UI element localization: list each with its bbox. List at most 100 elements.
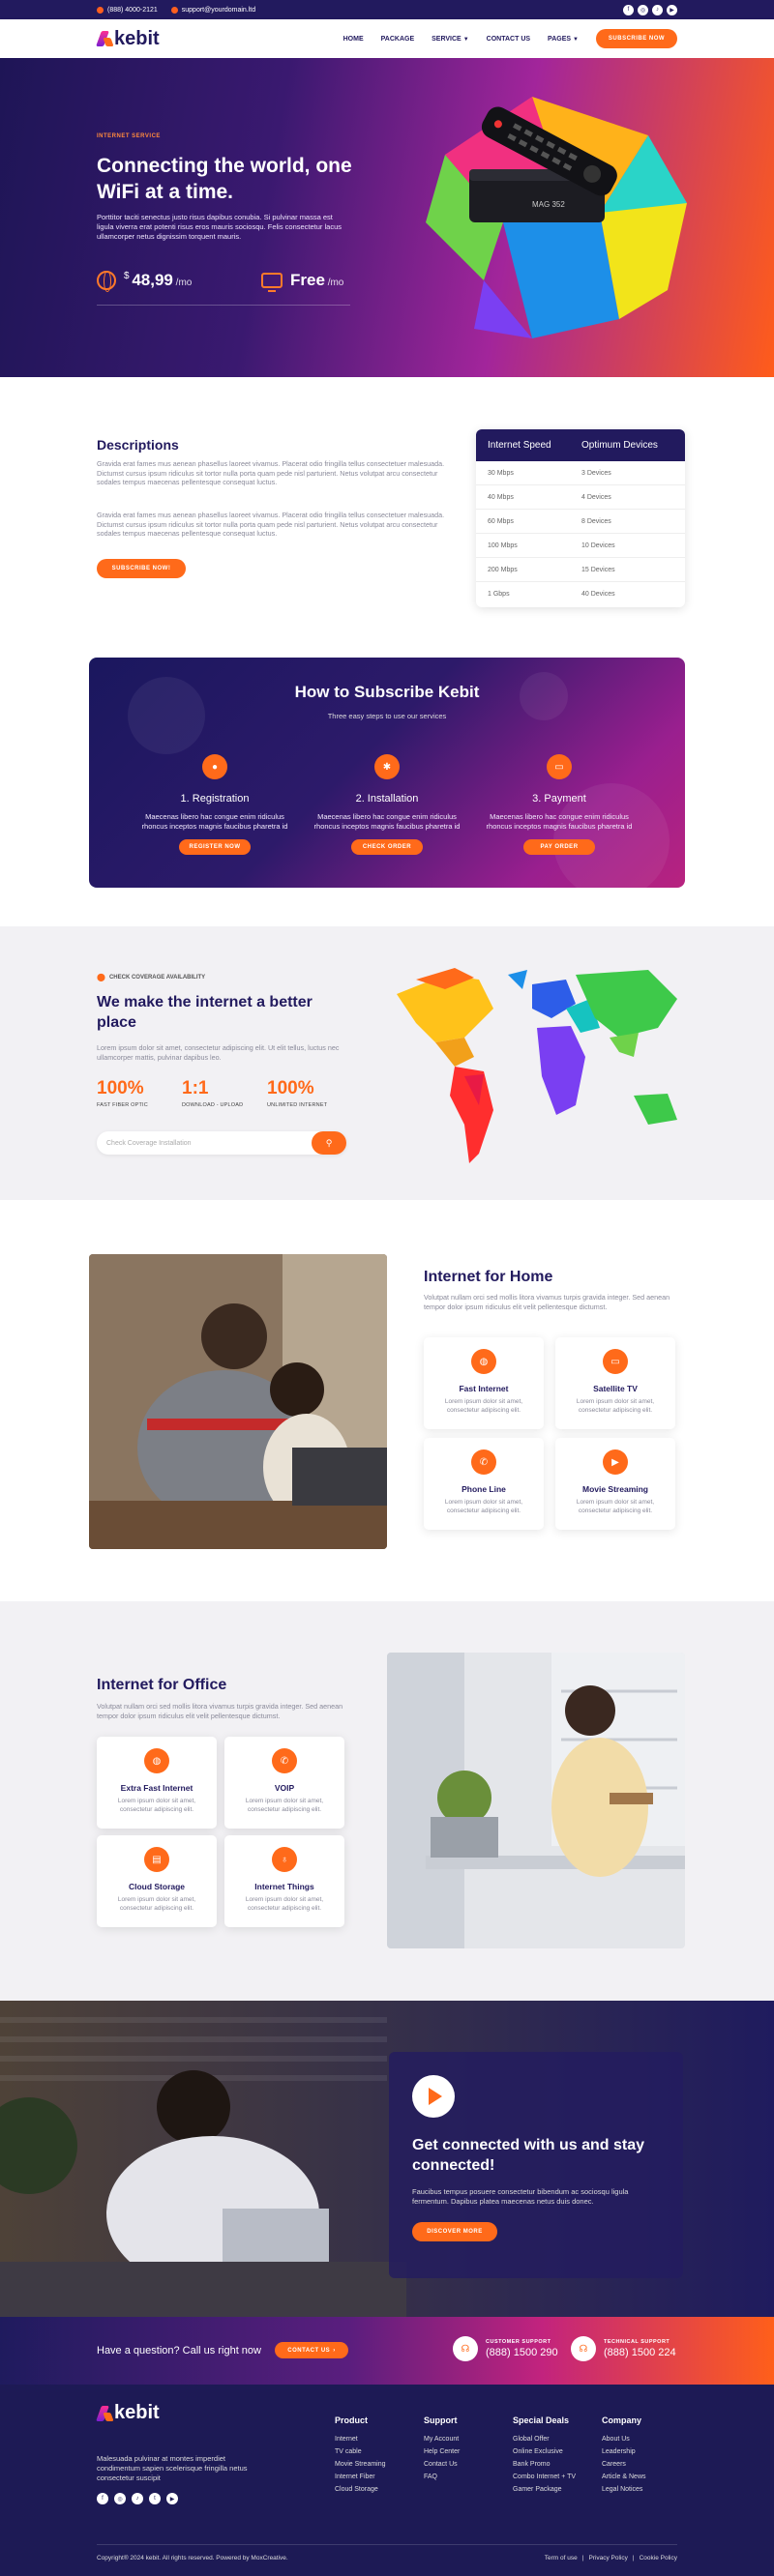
feature-card-satellite-tv[interactable]: ▭ Satellite TV Lorem ipsum dolor sit ame… [555,1337,675,1429]
contact-us-button[interactable]: CONTACT US › [275,2342,348,2358]
footer-link[interactable]: Internet Fiber [335,2471,386,2483]
nav-contact[interactable]: CONTACT US [487,36,530,43]
facebook-icon[interactable]: f [623,4,634,15]
headset-icon: ☊ [453,2336,478,2361]
globe-icon: ◍ [144,1748,169,1773]
register-now-button[interactable]: REGISTER NOW [179,839,251,855]
footer-link[interactable]: My Account [424,2433,460,2445]
copyright: Copyright® 2024 kebit. All rights reserv… [97,2555,288,2561]
cell-devices: 3 Devices [581,469,611,477]
logo[interactable]: kebit [97,28,160,50]
discover-more-button[interactable]: DISCOVER MORE [412,2222,497,2241]
check-order-button[interactable]: CHECK ORDER [351,839,423,855]
feature-card-phone-line[interactable]: ✆ Phone Line Lorem ipsum dolor sit amet,… [424,1438,544,1530]
footer-link[interactable]: Movie Streaming [335,2458,386,2471]
footer-link[interactable]: Online Exclusive [513,2445,576,2458]
nav-home[interactable]: HOME [343,36,364,43]
feature-card-movie-streaming[interactable]: ▶ Movie Streaming Lorem ipsum dolor sit … [555,1438,675,1530]
phone-icon: ✆ [471,1449,496,1475]
device-label: MAG 352 [532,200,565,209]
nav-service[interactable]: SERVICE ▼ [432,36,469,43]
footer-socials: f ◎ ♪ t ▶ [97,2493,178,2504]
how-to-subscribe-section: How to Subscribe Kebit Three easy steps … [89,658,685,888]
office-photo [387,1653,685,1948]
tiktok-icon[interactable]: ♪ [132,2493,143,2504]
footer-link[interactable]: Gamer Package [513,2483,576,2496]
instagram-icon[interactable]: ◎ [114,2493,126,2504]
coverage-section: ⬤ CHECK COVERAGE AVAILABILITY We make the… [0,926,774,1200]
step-desc: Maecenas libero hac congue enim ridiculu… [141,812,288,831]
feature-card-extra-fast[interactable]: ◍ Extra Fast Internet Lorem ipsum dolor … [97,1737,217,1829]
footer-link[interactable]: Contact Us [424,2458,460,2471]
table-row: 30 Mbps 3 Devices [476,461,685,485]
email-text: support@yourdomain.ltd [181,6,256,14]
subscribe-now-button[interactable]: SUBSCRIBE NOW! [97,559,186,578]
footer-col-title: Support [424,2415,458,2425]
descriptions-title: Descriptions [97,437,179,453]
customer-support[interactable]: ☊ CUSTOMER SUPPORT (888) 1500 290 [453,2336,558,2361]
home-description: Volutpat nullam orci sed mollis litora v… [424,1293,670,1311]
free-block: Free /mo [261,271,343,292]
feature-title: Extra Fast Internet [120,1783,194,1793]
main-nav: HOME PACKAGE SERVICE ▼ CONTACT US PAGES ▼ … [343,29,677,48]
pay-order-button[interactable]: PAY ORDER [523,839,595,855]
footer-link[interactable]: About Us [602,2433,646,2445]
play-video-button[interactable] [412,2075,455,2118]
email-contact[interactable]: support@yourdomain.ltd [170,6,256,14]
feature-card-voip[interactable]: ✆ VOIP Lorem ipsum dolor sit amet, conse… [224,1737,344,1829]
footer-link[interactable]: Legal Notices [602,2483,646,2496]
instagram-icon[interactable]: ◎ [638,4,648,15]
footer-link[interactable]: Global Offer [513,2433,576,2445]
feature-card-fast-internet[interactable]: ◍ Fast Internet Lorem ipsum dolor sit am… [424,1337,544,1429]
office-title: Internet for Office [97,1677,227,1693]
legal-links: Term of use | Privacy Policy | Cookie Po… [545,2555,677,2561]
nav-package[interactable]: PACKAGE [381,36,414,43]
phone-icon [97,6,104,14]
twitter-icon[interactable]: t [149,2493,161,2504]
nav-pages[interactable]: PAGES ▼ [548,36,579,43]
youtube-icon[interactable]: ▶ [166,2493,178,2504]
footer-link[interactable]: FAQ [424,2471,460,2483]
separator: | [632,2555,635,2561]
terms-link[interactable]: Term of use [545,2555,578,2561]
feature-card-cloud-storage[interactable]: ▤ Cloud Storage Lorem ipsum dolor sit am… [97,1835,217,1927]
footer-link[interactable]: Bank Promo [513,2458,576,2471]
footer-link[interactable]: TV cable [335,2445,386,2458]
main-header: kebit HOME PACKAGE SERVICE ▼ CONTACT US P… [0,19,774,58]
cell-speed: 60 Mbps [488,517,514,525]
cell-speed: 200 Mbps [488,566,518,573]
connect-description: Faucibus tempus posuere consectetur bibe… [412,2187,629,2206]
descriptions-paragraph-1: Gravida erat fames mus aenean phasellus … [97,459,445,486]
speed-table: Internet Speed Optimum Devices 30 Mbps 3 D… [476,429,685,607]
footer-link[interactable]: Combo Internet + TV [513,2471,576,2483]
footer-link[interactable]: Careers [602,2458,646,2471]
search-button[interactable]: ⚲ [312,1131,346,1155]
subscribe-button[interactable]: SUBSCRIBE NOW [596,29,677,48]
footer-link[interactable]: Help Center [424,2445,460,2458]
footer-logo[interactable]: kebit [97,2402,160,2424]
footer-link[interactable]: Internet [335,2433,386,2445]
technical-support-phone: (888) 1500 224 [604,2347,676,2358]
facebook-icon[interactable]: f [97,2493,108,2504]
table-row: 200 Mbps 15 Devices [476,558,685,582]
footer-link[interactable]: Article & News [602,2471,646,2483]
price-currency: $ [124,271,130,281]
privacy-link[interactable]: Privacy Policy [588,2555,627,2561]
tiktok-icon[interactable]: ♪ [652,4,663,15]
price-block: $ 48,99 /mo [97,271,192,292]
footer-link[interactable]: Cloud Storage [335,2483,386,2496]
technical-support[interactable]: ☊ TECHNICAL SUPPORT (888) 1500 224 [571,2336,676,2361]
customer-support-label: CUSTOMER SUPPORT [486,2339,551,2345]
footer-col-support: Support My Account Help Center Contact U… [424,2415,460,2483]
descriptions-section: Descriptions Gravida erat fames mus aene… [0,377,774,658]
phone-contact[interactable]: (888) 4000-2121 [97,6,158,14]
logo-mark-icon [97,2404,112,2423]
footer-logo-text: kebit [114,2402,160,2423]
footer-link[interactable]: Leadership [602,2445,646,2458]
feature-card-internet-things[interactable]: ♁ Internet Things Lorem ipsum dolor sit … [224,1835,344,1927]
coverage-search-input[interactable]: Check Coverage Installation [97,1131,346,1155]
support-band: Have a question? Call us right now CONTA… [0,2317,774,2385]
youtube-icon[interactable]: ▶ [667,4,677,15]
coverage-tag: ⬤ CHECK COVERAGE AVAILABILITY [97,973,205,981]
cookie-link[interactable]: Cookie Policy [640,2555,677,2561]
